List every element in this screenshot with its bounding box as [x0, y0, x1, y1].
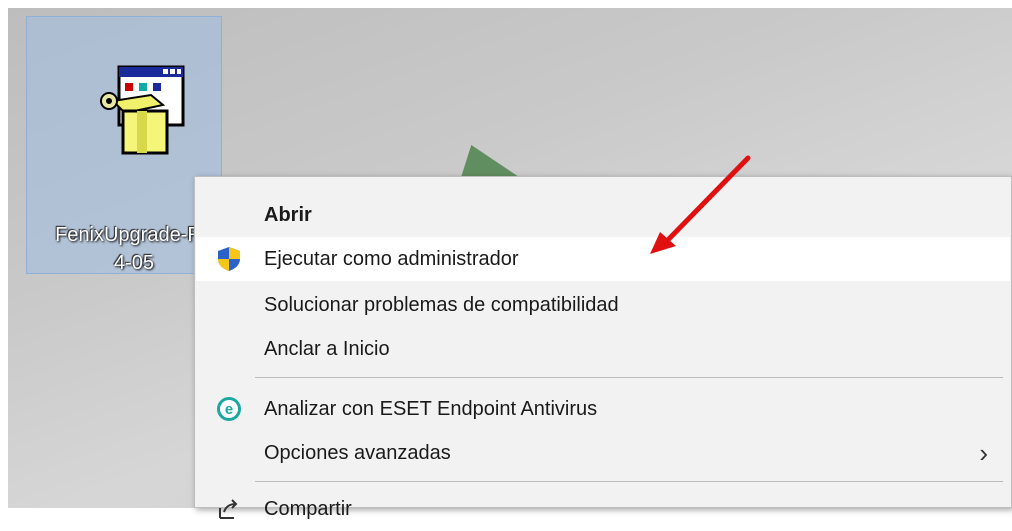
- uac-shield-icon: [218, 247, 240, 271]
- menu-item-label: Solucionar problemas de compatibilidad: [264, 294, 619, 316]
- menu-item-abrir[interactable]: Abrir: [196, 193, 1010, 237]
- menu-item-eset-scan[interactable]: e Analizar con ESET Endpoint Antivirus: [196, 387, 1010, 431]
- svg-text:e: e: [225, 401, 233, 418]
- menu-item-share[interactable]: Compartir: [196, 487, 1010, 531]
- menu-item-advanced-options[interactable]: Opciones avanzadas ›: [196, 431, 1010, 475]
- menu-item-troubleshoot-compatibility[interactable]: Solucionar problemas de compatibilidad: [196, 283, 1010, 327]
- menu-separator: [255, 481, 1003, 482]
- menu-item-label: Analizar con ESET Endpoint Antivirus: [264, 398, 598, 420]
- menu-item-label: Compartir: [264, 498, 352, 520]
- menu-item-label: Anclar a Inicio: [264, 338, 390, 360]
- menu-item-label: Opciones avanzadas: [264, 442, 451, 464]
- annotation-arrow: [650, 155, 751, 254]
- menu-item-label: Abrir: [264, 204, 312, 226]
- context-menu: Abrir Ejecutar como administrador Soluci…: [194, 176, 1012, 520]
- menu-separator: [255, 377, 1003, 378]
- menu-item-run-as-admin[interactable]: Ejecutar como administrador: [196, 237, 1010, 281]
- installer-icon: [100, 65, 185, 155]
- share-icon: [219, 499, 238, 519]
- chevron-right-icon: ›: [979, 438, 988, 468]
- eset-icon: e: [217, 397, 241, 421]
- menu-item-pin-to-start[interactable]: Anclar a Inicio: [196, 327, 1010, 371]
- menu-item-label: Ejecutar como administrador: [264, 248, 519, 270]
- desktop-icon-selected[interactable]: FenixUpgrade-Re 4-05: [26, 16, 222, 274]
